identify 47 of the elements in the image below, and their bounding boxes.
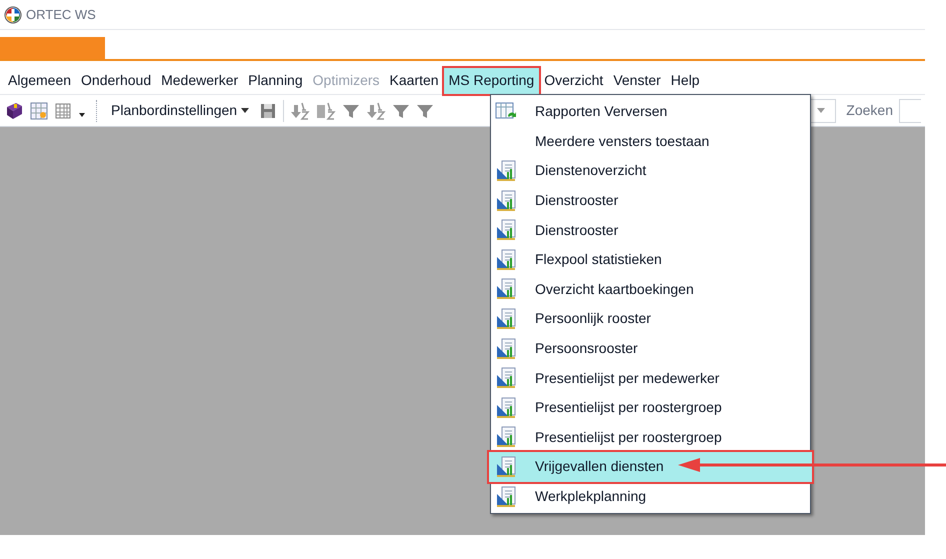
- menu-entry[interactable]: Vrijgevallen diensten: [489, 452, 812, 482]
- menu-item[interactable]: Help: [666, 68, 705, 94]
- menu-item[interactable]: MS Reporting: [444, 68, 540, 94]
- menu-entry[interactable]: Rapporten Verversen: [491, 97, 810, 127]
- menu-item[interactable]: Venster: [608, 68, 666, 94]
- report-icon: [495, 396, 517, 419]
- menu-entry[interactable]: Persoonlijk rooster: [491, 304, 810, 334]
- logo-icon: [4, 6, 22, 24]
- menu-entry[interactable]: Meerdere vensters toestaan: [491, 126, 810, 156]
- menu-entry[interactable]: Flexpool statistieken: [491, 244, 810, 275]
- menu-entry[interactable]: Dienstrooster: [491, 186, 810, 216]
- menu-item[interactable]: Kaarten: [384, 68, 444, 94]
- report-icon: [495, 190, 517, 212]
- menu-item[interactable]: Algemeen: [3, 68, 76, 94]
- sort-icon[interactable]: [366, 102, 386, 120]
- menu-entry[interactable]: Dienstrooster: [491, 215, 810, 245]
- window-title: ORTEC WS: [26, 6, 96, 24]
- save-icon[interactable]: [259, 102, 278, 120]
- menu-item[interactable]: Planning: [243, 68, 308, 94]
- menu-item[interactable]: Overzicht: [539, 68, 608, 94]
- report-icon: [495, 456, 517, 478]
- sort-icon[interactable]: [316, 102, 336, 120]
- search-label: Zoeken: [846, 101, 893, 120]
- sort-icon[interactable]: [290, 102, 310, 120]
- caret-icon: [816, 108, 825, 113]
- menu-item[interactable]: Onderhoud: [76, 68, 156, 94]
- settings-dropdown-button[interactable]: Planbordinstellingen: [107, 100, 254, 121]
- report-icon: [495, 308, 517, 330]
- menu-entry[interactable]: Persoonsrooster: [491, 334, 810, 364]
- report-icon: [495, 160, 517, 182]
- menu-entry[interactable]: Presentielijst per medewerker: [491, 363, 810, 393]
- report-icon: [495, 338, 517, 360]
- menu-entry[interactable]: Werkplekplanning: [491, 482, 810, 512]
- search-field[interactable]: [899, 98, 921, 122]
- menu-entry[interactable]: Overzicht kaartboekingen: [491, 274, 810, 304]
- report-icon: [495, 367, 517, 390]
- grid-icon[interactable]: [54, 102, 72, 120]
- caret-icon: [241, 108, 250, 113]
- report-icon: [495, 486, 517, 508]
- report-icon: [495, 248, 517, 271]
- report-icon: [495, 426, 517, 448]
- menu-entry[interactable]: Presentielijst per roostergroep: [491, 392, 810, 423]
- menu-entry[interactable]: Dienstenoverzicht: [491, 156, 810, 186]
- table-preview-icon[interactable]: [30, 102, 48, 120]
- menu-item[interactable]: Medewerker: [156, 68, 244, 94]
- report-icon: [495, 219, 517, 242]
- report-icon: [495, 278, 517, 300]
